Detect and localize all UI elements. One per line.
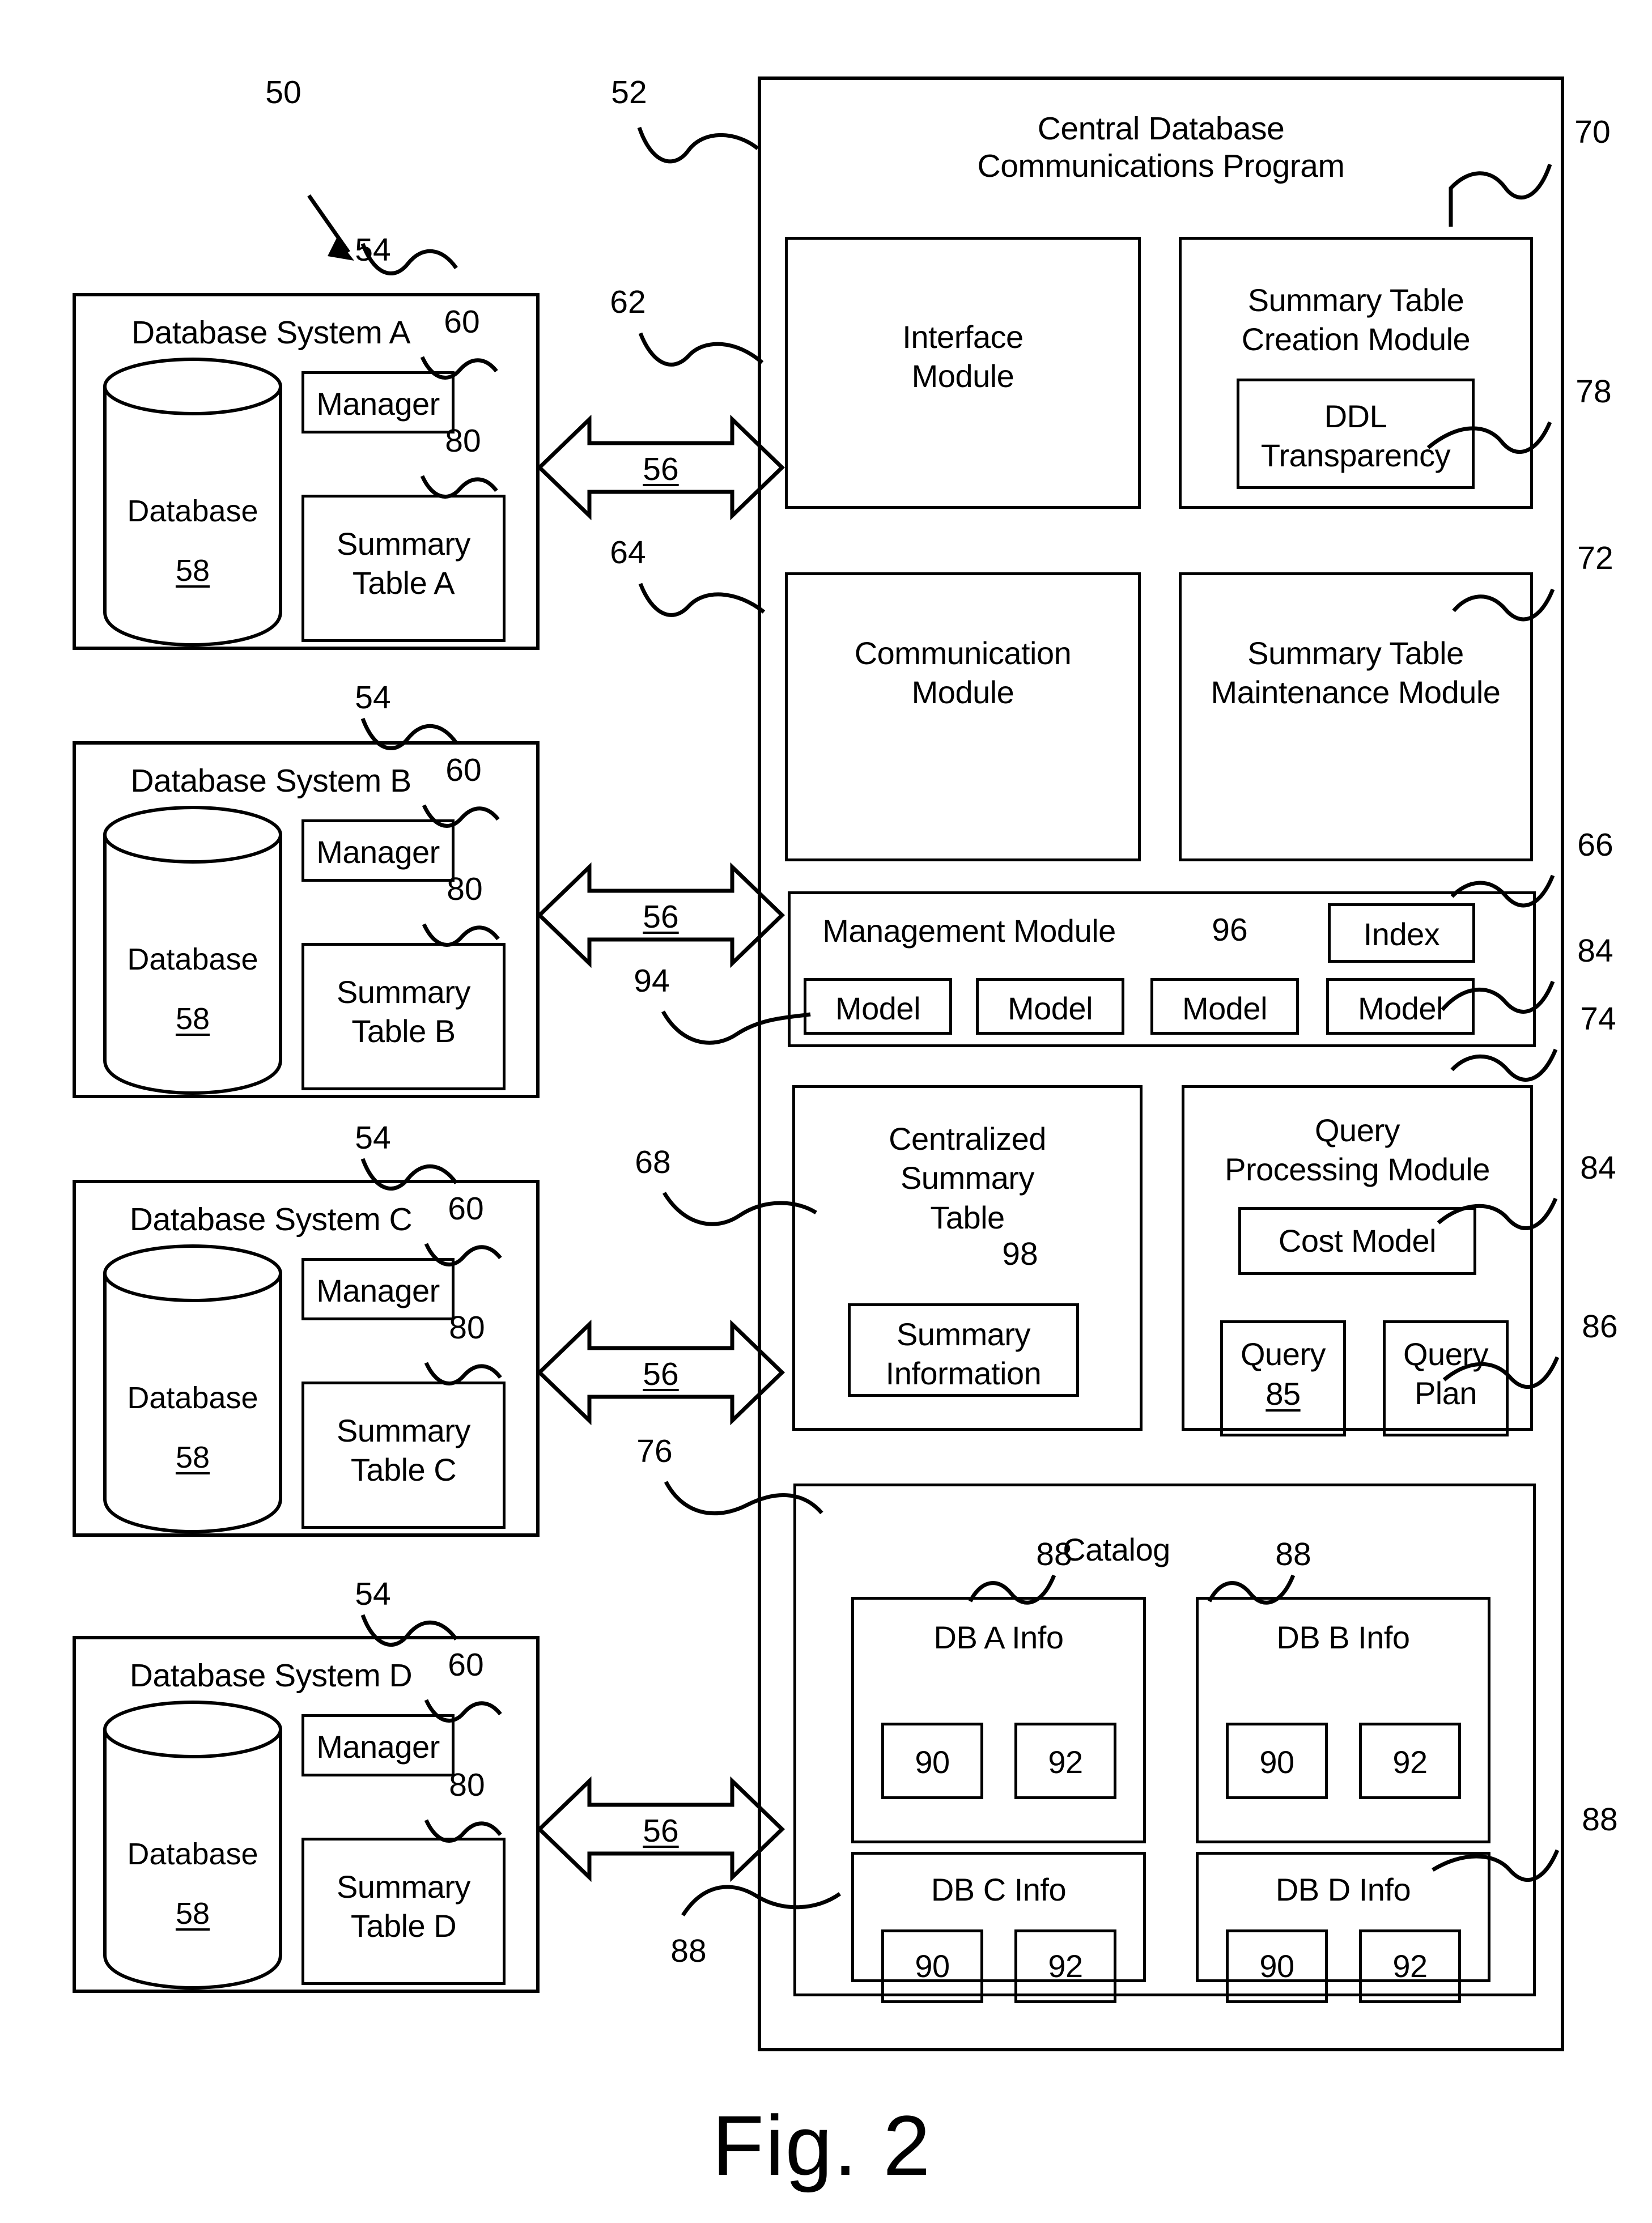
ref-54-b: 54	[355, 679, 391, 716]
database-label-a: Database	[127, 494, 258, 528]
manager-label-b: Manager	[316, 834, 440, 870]
ref-80-b: 80	[447, 871, 483, 907]
summary-table-label-c: Summary Table C	[336, 1413, 471, 1488]
model-label-1: Model	[835, 991, 921, 1026]
ref-98-summary-information: 98	[1002, 1236, 1038, 1272]
ref-94: 94	[634, 963, 670, 999]
manager-label-d: Manager	[316, 1729, 440, 1765]
patent-figure-page: Central Database Communications Program …	[0, 0, 1652, 2223]
interface-module-label: Interface Module	[902, 319, 1024, 394]
link-ref-56-d: 56	[643, 1813, 679, 1849]
db-b-info-label: DB B Info	[1276, 1620, 1410, 1655]
summary-table-creation-module-label: Summary Table Creation Module	[1241, 282, 1471, 358]
ref-60-a: 60	[444, 304, 480, 340]
model-label-2: Model	[1007, 991, 1093, 1026]
summary-table-maintenance-module-box[interactable]	[1179, 572, 1533, 861]
db-d-sub-label-92: 92	[1392, 1948, 1428, 1984]
index-label: Index	[1363, 916, 1440, 952]
manager-label-a: Manager	[316, 386, 440, 422]
ref-78: 78	[1575, 373, 1612, 410]
summary-table-label-d: Summary Table D	[336, 1869, 471, 1944]
query-processing-module-label: Query Processing Module	[1225, 1112, 1490, 1188]
query-plan-label: Query Plan	[1403, 1336, 1489, 1412]
ref-96-index: 96	[1212, 912, 1248, 948]
management-module-label: Management Module	[822, 913, 1116, 949]
central-program-subtitle: Communications Program	[977, 148, 1345, 184]
database-system-d-title: Database System D	[129, 1657, 413, 1694]
central-program-title: Central Database	[1037, 110, 1285, 147]
communication-module-label: Communication Module	[854, 635, 1072, 711]
link-ref-56-c: 56	[643, 1356, 679, 1392]
database-label-b: Database	[127, 942, 258, 976]
database-ref-c: 58	[175, 1440, 210, 1474]
ref-60-b: 60	[445, 752, 482, 788]
ref-80-a: 80	[445, 423, 481, 459]
database-system-a-title: Database System A	[131, 314, 411, 351]
ref-54-d: 54	[355, 1576, 391, 1612]
db-a-sub-label-92: 92	[1048, 1744, 1083, 1780]
ref-68: 68	[635, 1144, 671, 1180]
summary-table-label-a: Summary Table A	[336, 526, 471, 601]
ref-80-c: 80	[449, 1310, 485, 1346]
db-a-info-label: DB A Info	[933, 1620, 1064, 1655]
summary-table-maintenance-module-label: Summary Table Maintenance Module	[1211, 635, 1501, 711]
db-d-info-label: DB D Info	[1275, 1872, 1411, 1907]
ref-70: 70	[1574, 114, 1611, 150]
ref-50: 50	[265, 74, 301, 110]
ref-74: 74	[1580, 1001, 1616, 1037]
figure-caption: Fig. 2	[712, 2098, 932, 2193]
link-ref-56-b: 56	[643, 899, 679, 935]
model-label-3: Model	[1182, 991, 1268, 1026]
db-d-sub-label-90: 90	[1259, 1948, 1294, 1984]
query-label: Query	[1241, 1336, 1326, 1372]
ref-88-catalog-top-left: 88	[1036, 1536, 1072, 1572]
database-system-b-title: Database System B	[130, 763, 411, 799]
ref-84-cost-model: 84	[1580, 1150, 1616, 1186]
ref-84-model: 84	[1577, 933, 1613, 969]
database-label-c: Database	[127, 1381, 258, 1415]
ref-88-right: 88	[1582, 1801, 1618, 1838]
manager-label-c: Manager	[316, 1273, 440, 1308]
ref-64: 64	[610, 534, 646, 571]
model-label-4: Model	[1357, 991, 1443, 1026]
communication-module-box[interactable]	[785, 572, 1141, 861]
ddl-transparency-label: DDL Transparency	[1260, 398, 1451, 474]
link-ref-56-a: 56	[643, 451, 679, 487]
query-number: 85	[1265, 1376, 1301, 1412]
ref-80-d: 80	[449, 1767, 485, 1803]
ref-72: 72	[1577, 540, 1613, 576]
ref-52: 52	[611, 74, 647, 110]
ref-76: 76	[636, 1433, 673, 1469]
database-ref-b: 58	[175, 1002, 210, 1036]
db-c-sub-label-90: 90	[915, 1948, 950, 1984]
ref-86: 86	[1582, 1308, 1618, 1345]
db-a-sub-label-90: 90	[915, 1744, 950, 1780]
database-system-c-title: Database System C	[129, 1201, 413, 1238]
ref-54-a: 54	[355, 232, 391, 268]
centralized-summary-table-label: Centralized Summary Table	[889, 1121, 1046, 1235]
db-b-sub-label-90: 90	[1259, 1744, 1294, 1780]
ref-66: 66	[1577, 827, 1613, 863]
summary-table-label-b: Summary Table B	[336, 974, 471, 1049]
database-label-d: Database	[127, 1837, 258, 1871]
ref-60-d: 60	[448, 1647, 484, 1683]
db-c-sub-label-92: 92	[1048, 1948, 1083, 1984]
ref-54-c: 54	[355, 1120, 391, 1156]
ref-60-c: 60	[448, 1191, 484, 1227]
db-b-sub-label-92: 92	[1392, 1744, 1428, 1780]
db-c-info-label: DB C Info	[931, 1872, 1067, 1907]
ref-88-catalog-bottom-left: 88	[670, 1933, 707, 1969]
ref-88-catalog-top-right: 88	[1275, 1536, 1311, 1572]
ref-62: 62	[610, 284, 646, 320]
cost-model-label: Cost Model	[1278, 1223, 1437, 1259]
summary-information-label: Summary Information	[885, 1316, 1042, 1392]
database-ref-a: 58	[175, 554, 210, 588]
database-ref-d: 58	[175, 1897, 210, 1931]
